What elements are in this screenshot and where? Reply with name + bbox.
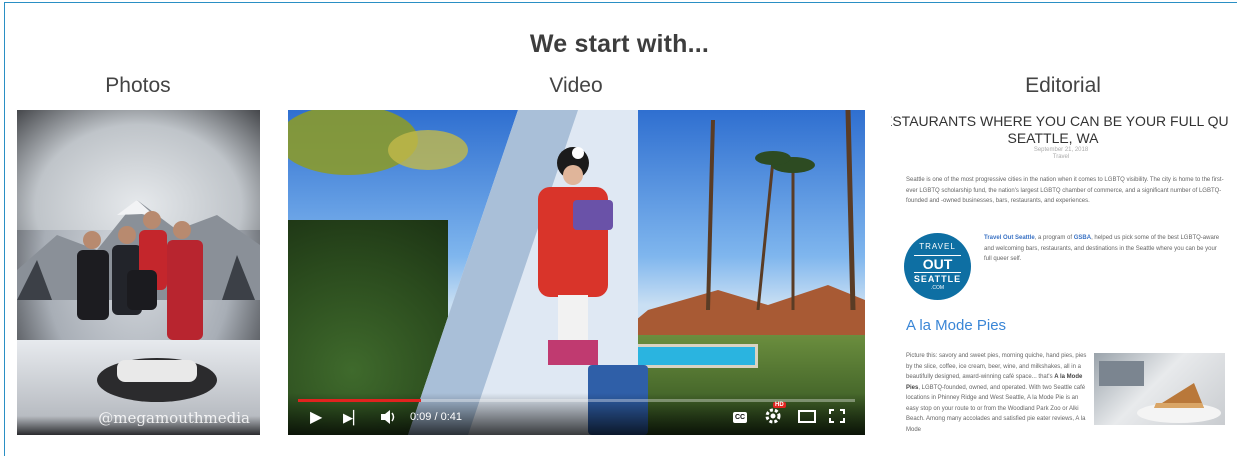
video-progress-bar[interactable] xyxy=(298,399,855,402)
video-player[interactable]: ▶ ▶▏ 0:09 / 0:41 CC HD xyxy=(288,110,865,435)
gsba-link[interactable]: GSBA xyxy=(1074,235,1091,241)
settings-icon[interactable] xyxy=(764,407,782,430)
photo-watermark: @megamouthmedia xyxy=(98,409,250,427)
article-title: ESTAURANTS WHERE YOU CAN BE YOUR FULL QU… xyxy=(891,113,1229,146)
play-icon[interactable]: ▶ xyxy=(310,409,322,427)
theater-icon[interactable] xyxy=(798,410,816,428)
travel-out-seattle-link[interactable]: Travel Out Seattle xyxy=(984,235,1035,241)
editorial-article[interactable]: ESTAURANTS WHERE YOU CAN BE YOUR FULL QU… xyxy=(891,108,1236,445)
snowmobile-group-photo[interactable]: @megamouthmedia xyxy=(17,110,260,435)
article-second-paragraph: Travel Out Seattle, a program of GSBA, h… xyxy=(984,235,1220,262)
captions-icon[interactable]: CC xyxy=(733,412,747,423)
video-column-title: Video xyxy=(549,74,603,97)
video-progress-fill xyxy=(298,399,421,402)
article-category: Travel xyxy=(1052,154,1070,160)
next-icon[interactable]: ▶▏ xyxy=(343,409,363,427)
photos-column-title: Photos xyxy=(105,74,171,97)
video-controls-bar: ▶ ▶▏ 0:09 / 0:41 CC HD xyxy=(288,393,865,435)
video-time: 0:09 / 0:41 xyxy=(410,411,462,423)
travel-out-seattle-logo: TRAVEL OUT SEATTLE .COM xyxy=(904,233,971,300)
performer-in-costume xyxy=(538,147,613,365)
editorial-column-title: Editorial xyxy=(1025,74,1101,97)
people-on-snowmobile xyxy=(77,211,217,402)
pie-photo xyxy=(1094,353,1225,425)
hd-badge: HD xyxy=(773,402,786,408)
article-date: September 21, 2018 xyxy=(1033,147,1089,153)
page-heading: We start with... xyxy=(529,30,710,58)
a-la-mode-paragraph: Picture this: savory and sweet pies, mor… xyxy=(906,353,1087,433)
article-intro-paragraph: Seattle is one of the most progressive c… xyxy=(906,177,1224,204)
volume-icon[interactable] xyxy=(380,409,398,430)
fullscreen-icon[interactable] xyxy=(829,409,845,428)
section-heading-a-la-mode-pies: A la Mode Pies xyxy=(906,317,1007,334)
